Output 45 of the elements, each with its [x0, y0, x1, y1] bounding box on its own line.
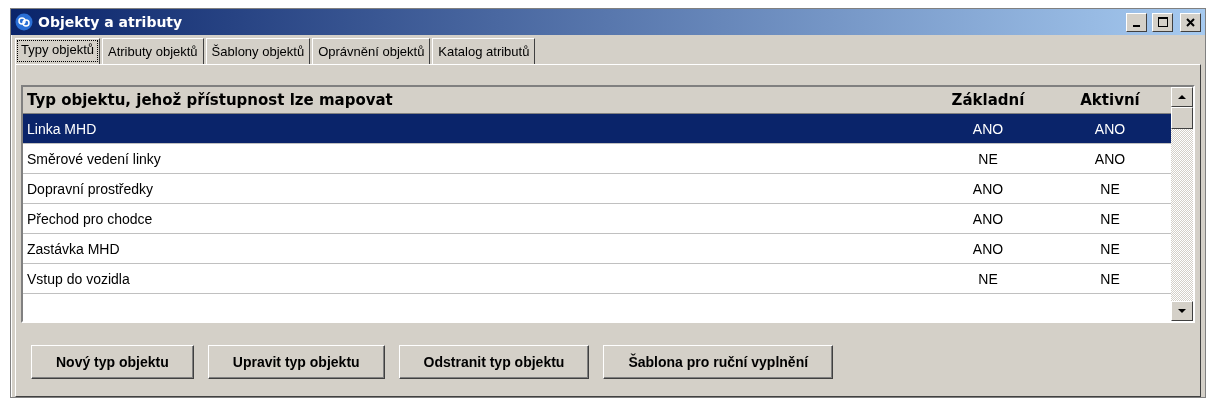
table-cell-text: NE — [1099, 180, 1121, 197]
table-cell-text: NE — [1099, 210, 1121, 227]
table-cell-text: Směrové vedení linky — [26, 150, 162, 167]
table-cell-text: ANO — [971, 180, 1005, 197]
table-cell-text: Dopravní prostředky — [26, 180, 155, 197]
action-button[interactable]: Šablona pro ruční vyplnění — [603, 345, 834, 379]
list-row[interactable]: Linka MHD ANO ANO — [23, 114, 1171, 144]
table-cell-text: ANO — [1093, 150, 1127, 167]
tab[interactable]: Oprávnění objektů — [312, 38, 431, 64]
column-header[interactable]: Základní — [927, 91, 1049, 109]
action-button[interactable]: Nový typ objektu — [31, 345, 194, 379]
column-header[interactable]: Typ objektu, jehož přístupnost lze mapovat — [23, 91, 927, 109]
table-cell-text: ANO — [971, 210, 1005, 227]
column-header[interactable]: Aktivní — [1049, 91, 1171, 109]
tab[interactable]: Atributy objektů — [102, 38, 204, 64]
table-cell-text: ANO — [1093, 120, 1127, 137]
window-title: Objekty a atributy — [38, 14, 184, 30]
scrollbar[interactable] — [1171, 87, 1193, 321]
app-icon — [15, 13, 33, 31]
table-cell-text: Vstup do vozidla — [26, 270, 131, 287]
close-icon — [1186, 17, 1195, 27]
table-cell-text: NE — [977, 270, 999, 287]
action-button[interactable]: Upravit typ objektu — [207, 345, 385, 379]
table-cell-text: NE — [1099, 270, 1121, 287]
tab[interactable]: Typy objektů — [15, 38, 100, 64]
table-cell-text: NE — [977, 150, 999, 167]
minimize-icon — [1133, 24, 1140, 27]
maximize-icon — [1157, 17, 1168, 27]
close-button[interactable] — [1180, 12, 1201, 32]
table-cell-text: Zastávka MHD — [26, 240, 121, 257]
tab[interactable]: Šablony objektů — [205, 38, 311, 64]
table-cell-text: NE — [1099, 240, 1121, 257]
up-arrow-icon — [1178, 95, 1186, 99]
down-arrow-icon — [1178, 309, 1186, 313]
table-cell-text: ANO — [971, 120, 1005, 137]
table-cell-text: Přechod pro chodce — [26, 210, 154, 227]
minimize-button[interactable] — [1126, 12, 1147, 32]
maximize-button[interactable] — [1152, 12, 1173, 32]
scroll-up-button[interactable] — [1171, 87, 1193, 107]
tab[interactable]: Katalog atributů — [432, 38, 536, 64]
table-cell-text: Linka MHD — [26, 120, 98, 137]
scroll-down-button[interactable] — [1171, 301, 1193, 321]
action-button[interactable]: Odstranit typ objektu — [398, 345, 590, 379]
scroll-thumb[interactable] — [1171, 107, 1193, 129]
table-cell-text: ANO — [971, 240, 1005, 257]
